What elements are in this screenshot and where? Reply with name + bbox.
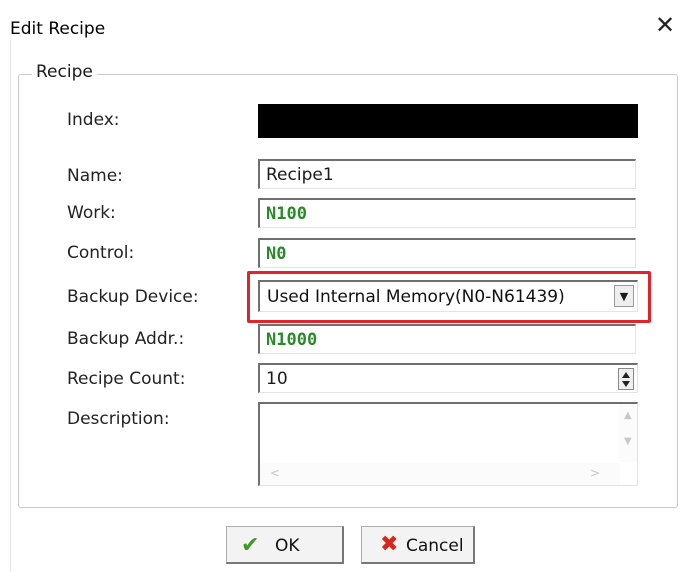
work-label: Work: bbox=[67, 203, 116, 223]
checkmark-icon: ✔ bbox=[241, 533, 260, 558]
ok-button-label: OK bbox=[275, 536, 300, 556]
backup-device-value: Used Internal Memory(N0-N61439) bbox=[267, 287, 565, 307]
description-label: Description: bbox=[67, 409, 170, 429]
backup-device-label: Backup Device: bbox=[67, 287, 199, 307]
control-field[interactable]: N0 bbox=[258, 238, 636, 268]
ok-button[interactable]: ✔ OK bbox=[226, 526, 344, 564]
title-bar: Edit Recipe ✕ bbox=[0, 0, 683, 44]
name-field[interactable]: Recipe1 bbox=[258, 159, 636, 189]
index-label: Index: bbox=[67, 110, 120, 130]
left-border bbox=[10, 40, 11, 572]
scroll-left-icon[interactable]: < bbox=[270, 466, 280, 480]
close-icon[interactable]: ✕ bbox=[652, 12, 678, 38]
cancel-button-label: Cancel bbox=[406, 536, 464, 556]
recipe-count-value: 10 bbox=[266, 369, 288, 389]
spinner-icon[interactable] bbox=[618, 368, 634, 390]
scroll-up-icon[interactable]: ▲ bbox=[624, 410, 632, 421]
work-field[interactable]: N100 bbox=[258, 198, 636, 228]
dialog-title: Edit Recipe bbox=[10, 19, 106, 39]
edit-recipe-dialog: Edit Recipe ✕ Recipe Index: Name: Work: … bbox=[0, 0, 683, 572]
x-icon: ✖ bbox=[380, 532, 399, 557]
scroll-down-icon[interactable]: ▼ bbox=[624, 436, 632, 447]
index-field[interactable] bbox=[258, 104, 638, 138]
name-label: Name: bbox=[67, 166, 123, 186]
backup-addr-label: Backup Addr.: bbox=[67, 329, 185, 349]
recipe-count-label: Recipe Count: bbox=[67, 369, 186, 389]
scroll-right-icon[interactable]: > bbox=[590, 466, 600, 480]
description-textarea[interactable]: ▲ ▼ < > bbox=[258, 402, 638, 486]
spin-down-arrow[interactable] bbox=[622, 381, 630, 387]
spin-up-arrow[interactable] bbox=[622, 372, 630, 378]
cancel-button[interactable]: ✖ Cancel bbox=[361, 526, 475, 564]
recipe-count-field[interactable]: 10 bbox=[258, 363, 638, 393]
recipe-group-legend: Recipe bbox=[32, 62, 97, 82]
horizontal-scrollbar[interactable]: < > bbox=[260, 463, 620, 485]
backup-addr-field[interactable]: N1000 bbox=[258, 324, 636, 354]
backup-device-select[interactable]: Used Internal Memory(N0-N61439) ▼ bbox=[258, 280, 638, 312]
control-label: Control: bbox=[67, 243, 135, 263]
chevron-down-icon[interactable]: ▼ bbox=[614, 285, 634, 307]
vertical-scrollbar[interactable]: ▲ ▼ bbox=[619, 404, 637, 462]
